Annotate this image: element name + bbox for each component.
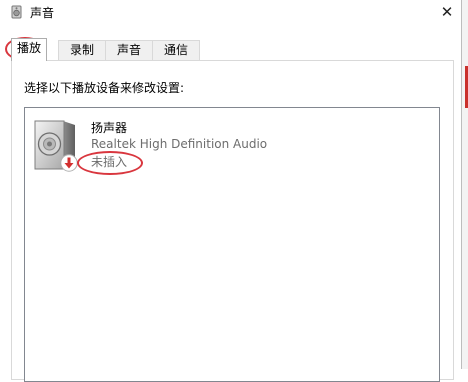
close-icon: ✕: [440, 3, 454, 21]
tab-recording[interactable]: 录制: [58, 40, 106, 60]
close-button[interactable]: ✕: [433, 0, 461, 24]
device-name: 扬声器: [91, 121, 128, 135]
instruction-label: 选择以下播放设备来修改设置:: [24, 81, 185, 95]
device-description: Realtek High Definition Audio: [91, 137, 268, 151]
tab-strip: 播放 录制 声音 通信: [11, 38, 451, 61]
sound-dialog: 声音 ✕ 播放 录制 声音 通信 选择以下播放设备来修改设置: 扬声器 Real…: [0, 0, 461, 382]
tab-playback[interactable]: 播放: [11, 38, 47, 61]
tab-communications[interactable]: 通信: [152, 40, 200, 60]
unplugged-arrow-icon: [60, 154, 78, 172]
annotation-circle-status: [77, 151, 143, 175]
speaker-icon: [11, 5, 22, 19]
tab-sounds[interactable]: 声音: [105, 40, 153, 60]
window-title: 声音: [30, 6, 55, 20]
background-window-edge: [461, 0, 468, 369]
